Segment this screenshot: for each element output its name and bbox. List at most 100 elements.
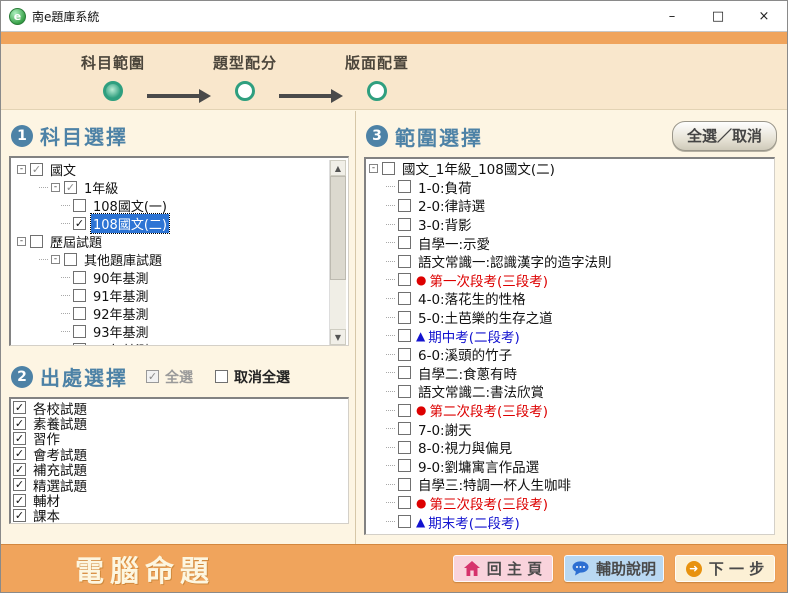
tree-item-label[interactable]: 90年基測 <box>91 268 151 287</box>
tree-item-label[interactable]: 第三次段考(三段考) <box>427 493 550 513</box>
checkbox-unchecked-icon[interactable] <box>398 366 411 379</box>
tree-item-label[interactable]: 自學一:示愛 <box>416 233 492 253</box>
checkbox-unchecked-icon[interactable] <box>398 441 411 454</box>
deselect-all-checkbox[interactable]: 取消全選 <box>215 367 290 387</box>
checkbox-checked-icon[interactable]: ✓ <box>13 401 26 414</box>
scroll-thumb[interactable] <box>330 176 346 280</box>
tree-item-label[interactable]: 3-0:背影 <box>416 214 474 234</box>
checkbox-unchecked-icon[interactable] <box>73 271 86 284</box>
checkbox-unchecked-icon[interactable] <box>398 218 411 231</box>
tree-item-label[interactable]: 第二次段考(三段考) <box>427 400 550 420</box>
checkbox-unchecked-icon[interactable] <box>73 307 86 320</box>
checkbox-unchecked-icon[interactable] <box>398 496 411 509</box>
scroll-down-icon[interactable]: ▼ <box>330 329 346 345</box>
checkbox-unchecked-icon[interactable] <box>398 459 411 472</box>
tree-item-label[interactable]: 第一次段考(三段考) <box>427 270 550 290</box>
source-list-item[interactable]: ✓精選試題 <box>13 477 346 492</box>
tree-row[interactable]: 5-0:土芭樂的生存之道 <box>366 308 774 327</box>
tree-row[interactable]: -歷屆試題 <box>13 232 329 250</box>
tree-row[interactable]: ✓108國文(二) <box>13 214 329 232</box>
minimize-button[interactable]: – <box>649 1 695 31</box>
tree-item-label[interactable]: 國文_1年級_108國文(二) <box>400 158 557 178</box>
tree-row[interactable]: 7-0:謝天 <box>366 419 774 438</box>
tree-item-label[interactable]: 1年級 <box>82 178 120 197</box>
source-list-item[interactable]: ✓素養試題 <box>13 415 346 430</box>
checkbox-unchecked-icon[interactable] <box>398 422 411 435</box>
tree-row[interactable]: 2-0:律詩選 <box>366 196 774 215</box>
tree-row[interactable]: -✓ 國文 <box>13 160 329 178</box>
tree-item-label[interactable]: 語文常識二:書法欣賞 <box>416 381 546 401</box>
checkbox-checked-icon[interactable]: ✓ <box>13 463 26 476</box>
tree-row[interactable]: 3-0:背影 <box>366 215 774 234</box>
tree-row[interactable]: 108國文(一) <box>13 196 329 214</box>
checkbox-unchecked-icon[interactable] <box>215 370 228 383</box>
tree-item-label[interactable]: 期末考(二段考) <box>426 512 522 532</box>
tree-item-label[interactable]: 其他題庫試題 <box>82 250 164 269</box>
tree-item-label[interactable]: 期中考(二段考) <box>426 326 522 346</box>
tree-item-label[interactable]: 8-0:視力與偏見 <box>416 437 514 457</box>
tree-row[interactable]: ●第一次段考(三段考) <box>366 271 774 290</box>
checkbox-checked-icon[interactable]: ✓ <box>13 509 26 522</box>
checkbox-checked-icon[interactable]: ✓ <box>146 370 159 383</box>
checkbox-unchecked-icon[interactable] <box>73 199 86 212</box>
tree-row[interactable]: 90年基測 <box>13 268 329 286</box>
checkbox-unchecked-icon[interactable] <box>73 289 86 302</box>
tree-row[interactable]: 1-0:負荷 <box>366 178 774 197</box>
tree-row[interactable]: 語文常識二:書法欣賞 <box>366 382 774 401</box>
tree-row[interactable]: 語文常識一:認識漢字的造字法則 <box>366 252 774 271</box>
checkbox-unchecked-icon[interactable] <box>398 515 411 528</box>
checkbox-unchecked-icon[interactable] <box>398 255 411 268</box>
checkbox-checked-icon[interactable]: ✓ <box>13 417 26 430</box>
tree-item-label[interactable]: 93年基測 <box>91 322 151 341</box>
tree-item-label[interactable]: 5-0:土芭樂的生存之道 <box>416 307 555 327</box>
collapse-icon[interactable]: - <box>51 255 60 264</box>
tree-item-label[interactable]: 7-0:謝天 <box>416 419 474 439</box>
tree-row[interactable]: 9-0:劉墉寓言作品選 <box>366 457 774 476</box>
home-button[interactable]: 回 主 頁 <box>453 555 553 582</box>
collapse-icon[interactable]: - <box>17 165 26 174</box>
tree-row[interactable]: ▲期末考(二段考) <box>366 512 774 531</box>
tree-row[interactable]: 91年基測 <box>13 286 329 304</box>
checkbox-unchecked-icon[interactable] <box>398 329 411 342</box>
tree-row[interactable]: 自學三:特調一杯人生咖啡 <box>366 475 774 494</box>
select-all-toggle-button[interactable]: 全選／取消 <box>672 121 777 151</box>
tree-item-label[interactable]: 108國文(二) <box>91 214 169 233</box>
tree-row[interactable]: 94年基測 <box>13 340 329 345</box>
tree-row[interactable]: 8-0:視力與偏見 <box>366 438 774 457</box>
tree-row[interactable]: 93年基測 <box>13 322 329 340</box>
tree-item-label[interactable]: 國文 <box>48 160 78 179</box>
checkbox-unchecked-icon[interactable] <box>382 162 395 175</box>
tree-row[interactable]: -✓1年級 <box>13 178 329 196</box>
tree-item-label[interactable]: 自學二:食蔥有時 <box>416 363 519 383</box>
checkbox-checked-icon[interactable]: ✓ <box>13 432 26 445</box>
subject-tree-scrollbar[interactable]: ▲ ▼ <box>329 160 346 345</box>
tree-row[interactable]: 92年基測 <box>13 304 329 322</box>
tree-item-label[interactable]: 9-0:劉墉寓言作品選 <box>416 456 541 476</box>
tree-item-label[interactable]: 108國文(一) <box>91 196 169 215</box>
tree-row[interactable]: 4-0:落花生的性格 <box>366 289 774 308</box>
checkbox-unchecked-icon[interactable] <box>398 348 411 361</box>
checkbox-unchecked-icon[interactable] <box>398 273 411 286</box>
tree-row[interactable]: - 其他題庫試題 <box>13 250 329 268</box>
tree-row[interactable]: 6-0:溪頭的竹子 <box>366 345 774 364</box>
tree-item-label[interactable]: 自學三:特調一杯人生咖啡 <box>416 474 573 494</box>
maximize-button[interactable]: □ <box>695 1 741 31</box>
help-button[interactable]: 輔助說明 <box>564 555 664 582</box>
checkbox-unchecked-icon[interactable] <box>73 343 86 346</box>
checkbox-checked-icon[interactable]: ✓ <box>13 494 26 507</box>
tree-row[interactable]: -國文_1年級_108國文(二) <box>366 159 774 178</box>
checkbox-checked-icon[interactable]: ✓ <box>30 163 43 176</box>
tree-row[interactable]: ▲期中考(二段考) <box>366 326 774 345</box>
checkbox-unchecked-icon[interactable] <box>398 311 411 324</box>
checkbox-unchecked-icon[interactable] <box>398 385 411 398</box>
collapse-icon[interactable]: - <box>17 237 26 246</box>
checkbox-unchecked-icon[interactable] <box>398 236 411 249</box>
tree-row[interactable]: ●第二次段考(三段考) <box>366 401 774 420</box>
tree-item-label[interactable]: 4-0:落花生的性格 <box>416 288 528 308</box>
tree-item-label[interactable]: 94年基測 <box>91 340 151 346</box>
close-button[interactable]: × <box>741 1 787 31</box>
source-list-item[interactable]: ✓課本 <box>13 508 346 523</box>
checkbox-unchecked-icon[interactable] <box>398 404 411 417</box>
tree-item-label[interactable]: 6-0:溪頭的竹子 <box>416 344 514 364</box>
checkbox-checked-icon[interactable]: ✓ <box>13 478 26 491</box>
